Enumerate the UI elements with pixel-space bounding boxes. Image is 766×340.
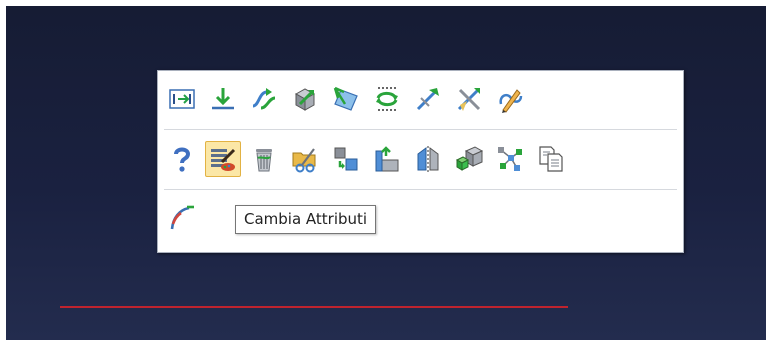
toolbar-separator [164,129,677,130]
toolbar-row-2 [164,139,574,179]
network-button[interactable] [492,141,528,177]
cubes-icon [455,146,484,171]
step-profile-button[interactable] [369,141,405,177]
cube-arrow-icon [294,88,316,111]
tilted-tool-icon [416,88,439,111]
curve-arrows-icon [252,88,276,110]
crossed-tools-button[interactable] [451,81,487,117]
plane-arrow-button[interactable] [328,81,364,117]
curve-arrows-button[interactable] [246,81,282,117]
trash-icon [256,149,272,172]
tilted-tool-button[interactable] [410,81,446,117]
tooltip-text: Cambia Attributi [244,210,368,228]
mirror-button[interactable] [410,141,446,177]
rotate-arrows-icon [376,87,398,111]
download-arrow-button[interactable] [205,81,241,117]
red-geometry-line [60,306,568,308]
help-button[interactable] [164,141,200,177]
copy-button[interactable] [533,141,569,177]
copy-icon [539,146,563,172]
pencil-curve-icon [499,89,523,113]
step-profile-icon [375,146,399,172]
mirror-icon [417,146,439,172]
toolbar-row-3 [164,197,205,237]
network-icon [498,147,522,171]
curve-path-button[interactable] [164,199,200,235]
help-icon [174,147,191,172]
cube-arrow-button[interactable] [287,81,323,117]
insert-dimension-icon [169,89,195,109]
toolbar-row-1 [164,79,533,119]
pencil-curve-button[interactable] [492,81,528,117]
toolbar-separator [164,189,677,190]
trash-button[interactable] [246,141,282,177]
download-arrow-icon [212,88,234,110]
insert-dimension-button[interactable] [164,81,200,117]
boxes-transfer-button[interactable] [328,141,364,177]
plane-arrow-icon [333,86,358,111]
cubes-button[interactable] [451,141,487,177]
rotate-arrows-button[interactable] [369,81,405,117]
crossed-tools-icon [457,88,481,111]
folder-tools-icon [292,148,316,173]
tooltip: Cambia Attributi [235,205,377,234]
boxes-transfer-icon [334,147,358,171]
folder-tools-button[interactable] [287,141,323,177]
curve-path-icon [170,205,194,230]
change-attributes-icon [211,148,236,171]
change-attributes-button[interactable] [205,141,241,177]
